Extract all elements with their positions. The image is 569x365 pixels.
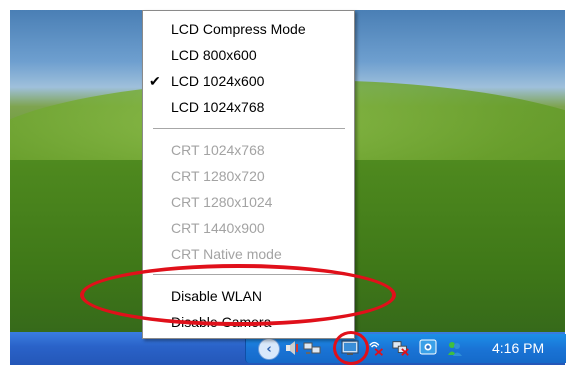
wireless-disconnected-icon[interactable] <box>368 339 386 357</box>
security-center-icon[interactable] <box>419 339 437 357</box>
menu-item-label: CRT 1280x720 <box>171 168 265 184</box>
messenger-icon[interactable] <box>446 339 464 357</box>
menu-item-crt-1280x720: CRT 1280x720 <box>143 163 354 189</box>
menu-item-label: CRT 1440x900 <box>171 220 265 236</box>
menu-item-lcd-800x600[interactable]: LCD 800x600 <box>143 42 354 68</box>
volume-icon[interactable] <box>283 339 301 357</box>
menu-item-lcd-compress-mode[interactable]: LCD Compress Mode <box>143 16 354 42</box>
checkmark-icon: ✔ <box>149 73 161 89</box>
annotation-oval-tray-icon <box>333 331 369 365</box>
tray-expand-button[interactable]: ‹ <box>258 338 280 360</box>
menu-item-crt-1024x768: CRT 1024x768 <box>143 137 354 163</box>
network-icon[interactable] <box>303 339 321 357</box>
menu-item-lcd-1024x600[interactable]: ✔ LCD 1024x600 <box>143 68 354 94</box>
menu-item-crt-1440x900: CRT 1440x900 <box>143 215 354 241</box>
menu-item-label: LCD Compress Mode <box>171 21 306 37</box>
menu-item-lcd-1024x768[interactable]: LCD 1024x768 <box>143 94 354 120</box>
network-disconnected-icon[interactable] <box>392 339 410 357</box>
menu-item-label: CRT 1024x768 <box>171 142 265 158</box>
taskbar-clock[interactable]: 4:16 PM <box>492 340 560 358</box>
menu-item-label: LCD 1024x768 <box>171 99 265 115</box>
menu-item-label: CRT 1280x1024 <box>171 194 273 210</box>
menu-item-label: LCD 1024x600 <box>171 73 265 89</box>
menu-item-crt-1280x1024: CRT 1280x1024 <box>143 189 354 215</box>
menu-separator <box>153 128 345 130</box>
menu-item-label: LCD 800x600 <box>171 47 257 63</box>
annotation-oval-menu-items <box>80 264 396 326</box>
